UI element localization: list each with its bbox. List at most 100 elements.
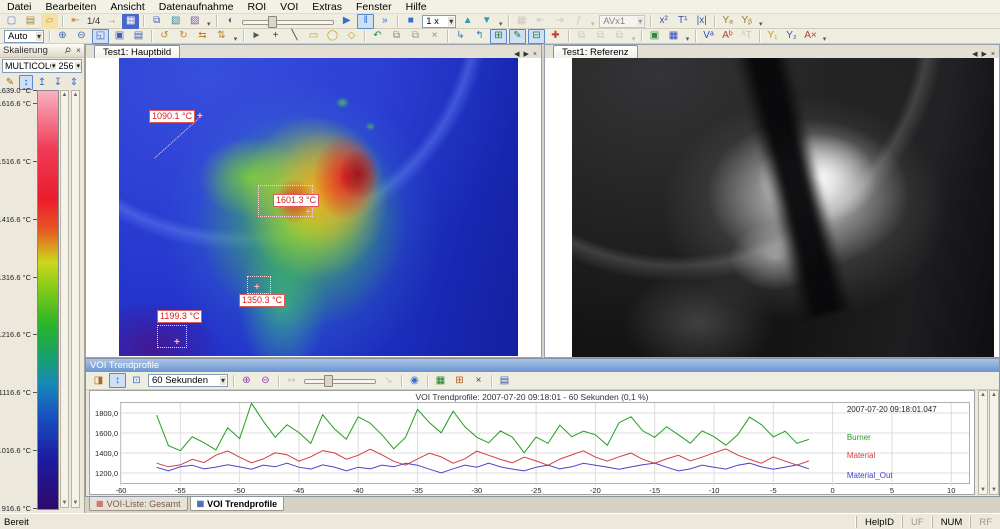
trend-scrollbar-1[interactable]: ▲▼ <box>978 390 988 495</box>
zoom-out-icon[interactable]: ⊖ <box>73 29 90 44</box>
tab-hauptbild[interactable]: Test1: Hauptbild <box>94 45 180 58</box>
temp-annotation-3[interactable]: 1350.3 °C <box>239 294 285 307</box>
measure-point-icon[interactable]: + <box>267 29 284 44</box>
time-slider[interactable] <box>304 374 376 387</box>
position-slider[interactable] <box>242 15 334 28</box>
menu-item-voi[interactable]: VOI <box>273 1 305 13</box>
snapshot-icon[interactable]: ▣ <box>646 29 663 44</box>
autoscale-y-icon[interactable]: ↕ <box>109 373 126 388</box>
measure-cross-2[interactable]: + <box>305 209 311 217</box>
undo-roi-icon[interactable]: ↶ <box>369 29 386 44</box>
tab-close-icon[interactable]: × <box>531 51 539 58</box>
delete-trend-icon[interactable]: × <box>470 373 487 388</box>
color-scale-gradient[interactable] <box>37 90 59 510</box>
measure-cross-3[interactable]: + <box>254 284 260 292</box>
step-forward-icon[interactable]: → <box>103 14 120 29</box>
roi-rect-4[interactable] <box>157 325 187 348</box>
scale-scrollbar-max[interactable]: ▲▼ <box>60 90 69 508</box>
tab-next-icon[interactable]: ▶ <box>980 50 989 58</box>
formula-overflow[interactable]: ▾ <box>820 30 829 43</box>
pause-icon[interactable]: ‖ <box>357 14 374 29</box>
temp-annotation-2[interactable]: 1601.3 °C <box>273 194 319 207</box>
flip-horizontal-icon[interactable]: ⇆ <box>194 29 211 44</box>
stop-icon[interactable]: ■ <box>402 14 419 29</box>
new-document-icon[interactable]: ▢ <box>3 14 20 29</box>
zoom-in-icon[interactable]: ⊕ <box>54 29 71 44</box>
measure-cross-1[interactable]: + <box>197 113 203 121</box>
roi-polygon-icon[interactable]: ◇ <box>343 29 360 44</box>
calc-x2-icon[interactable]: x² <box>655 14 672 29</box>
chart-zoom-in-icon[interactable]: ⊕ <box>238 373 255 388</box>
chart-zoom-out-icon[interactable]: ⊖ <box>257 373 274 388</box>
expand-scale-icon[interactable]: ⇕ <box>67 75 81 90</box>
voi-edit-icon[interactable]: ✎ <box>509 29 526 44</box>
fit-window-icon[interactable]: ◱ <box>92 29 109 44</box>
marker-up-icon[interactable]: ▲ <box>459 14 476 29</box>
temp-annotation-4[interactable]: 1199.3 °C <box>157 310 202 323</box>
scale-up-icon[interactable]: ↥ <box>35 75 49 90</box>
speed-combo[interactable]: 1 x▾ <box>422 15 456 28</box>
profile-w2-icon[interactable]: Y₂ <box>783 29 800 44</box>
menu-item-roi[interactable]: ROI <box>240 1 273 13</box>
file-overflow[interactable]: ▾ <box>204 15 213 28</box>
thermal-image[interactable]: + 1090.1 °C + 1601.3 °C + 1350.3 °C 1199… <box>119 58 518 356</box>
voi-out-icon[interactable]: ⊟ <box>528 29 545 44</box>
formula-a-icon[interactable]: Aᵇ <box>719 29 736 44</box>
matrix-overflow[interactable]: ▾ <box>683 30 692 43</box>
formula-clear-icon[interactable]: A× <box>802 29 819 44</box>
measure-cross-4[interactable]: + <box>174 339 180 347</box>
tab-close-icon[interactable]: × <box>989 51 997 58</box>
roi-export-icon[interactable]: ↳ <box>452 29 469 44</box>
excel-export-icon[interactable]: ▦ <box>432 373 449 388</box>
menu-item-extras[interactable]: Extras <box>305 1 349 13</box>
matrix-view-icon[interactable]: ▦ <box>665 29 682 44</box>
tab-prev-icon[interactable]: ◀ <box>970 50 979 58</box>
open-report-icon[interactable]: ▤ <box>22 14 39 29</box>
scale-mode-combo[interactable]: Auto▾ <box>4 30 44 43</box>
visibility-icon[interactable]: ◉ <box>406 373 423 388</box>
tab-voi-liste[interactable]: ▦ VOI-Liste: Gesamt <box>89 497 188 511</box>
trend-scrollbar-2[interactable]: ▲▼ <box>989 390 999 495</box>
profile-w1-icon[interactable]: Y₁ <box>764 29 781 44</box>
actual-size-icon[interactable]: ▣ <box>111 29 128 44</box>
calc-overflow[interactable]: ▾ <box>756 15 765 28</box>
play-icon[interactable]: ▶ <box>338 14 355 29</box>
tab-voi-trendprofile[interactable]: ▦ VOI Trendprofile <box>190 497 285 511</box>
fast-forward-icon[interactable]: » <box>376 14 393 29</box>
scale-scrollbar-min[interactable]: ▲▼ <box>71 90 80 508</box>
step-back-icon[interactable]: ⇤ <box>67 14 84 29</box>
play-overflow[interactable]: ▾ <box>496 15 505 28</box>
marker-down-icon[interactable]: ▼ <box>478 14 495 29</box>
zoom-mode-icon[interactable]: ⊡ <box>128 373 145 388</box>
palette-combo[interactable]: MULTICOLOR ▾ 256 ▾ <box>2 59 82 73</box>
voi-new-icon[interactable]: ✚ <box>547 29 564 44</box>
flip-vertical-icon[interactable]: ⇅ <box>213 29 230 44</box>
copy-roi-icon[interactable]: ⧉ <box>388 29 405 44</box>
scale-down-icon[interactable]: ↧ <box>51 75 65 90</box>
interval-combo[interactable]: 60 Sekunden▾ <box>148 374 228 387</box>
reference-image[interactable] <box>572 58 994 357</box>
save-icon[interactable]: ▦ <box>122 14 139 29</box>
pointer-icon[interactable]: ► <box>248 29 265 44</box>
chevron-down-icon[interactable]: ▾ <box>75 62 81 70</box>
tab-prev-icon[interactable]: ◀ <box>512 50 521 58</box>
formula-v-icon[interactable]: Vᵃ <box>700 29 717 44</box>
temp-annotation-1[interactable]: 1090.1 °C <box>149 110 195 123</box>
open-folder-icon[interactable]: ▱ <box>41 14 58 29</box>
calc-t1-icon[interactable]: T¹ <box>674 14 691 29</box>
roi-ellipse-icon[interactable]: ◯ <box>324 29 341 44</box>
profile-ya-icon[interactable]: Yₐ <box>719 14 736 29</box>
table-view-icon[interactable]: ⊞ <box>451 373 468 388</box>
image-export-icon[interactable]: ▨ <box>186 14 203 29</box>
tab-referenz[interactable]: Test1: Referenz <box>553 45 638 58</box>
print-icon[interactable]: ▤ <box>496 373 513 388</box>
menu-item-datei[interactable]: Datei <box>0 1 39 13</box>
paste-roi-icon[interactable]: ⧉ <box>407 29 424 44</box>
copy-image-icon[interactable]: ⧉ <box>148 14 165 29</box>
menu-item-bearbeiten[interactable]: Bearbeiten <box>39 1 104 13</box>
calc-abs-icon[interactable]: |x| <box>693 14 710 29</box>
roi-rectangle-icon[interactable]: ▭ <box>305 29 322 44</box>
full-image-icon[interactable]: ▤ <box>130 29 147 44</box>
tab-next-icon[interactable]: ▶ <box>522 50 531 58</box>
chart-plot-area[interactable]: 1200,01400,01600,01800,0-60-55-50-45-40-… <box>120 402 970 484</box>
